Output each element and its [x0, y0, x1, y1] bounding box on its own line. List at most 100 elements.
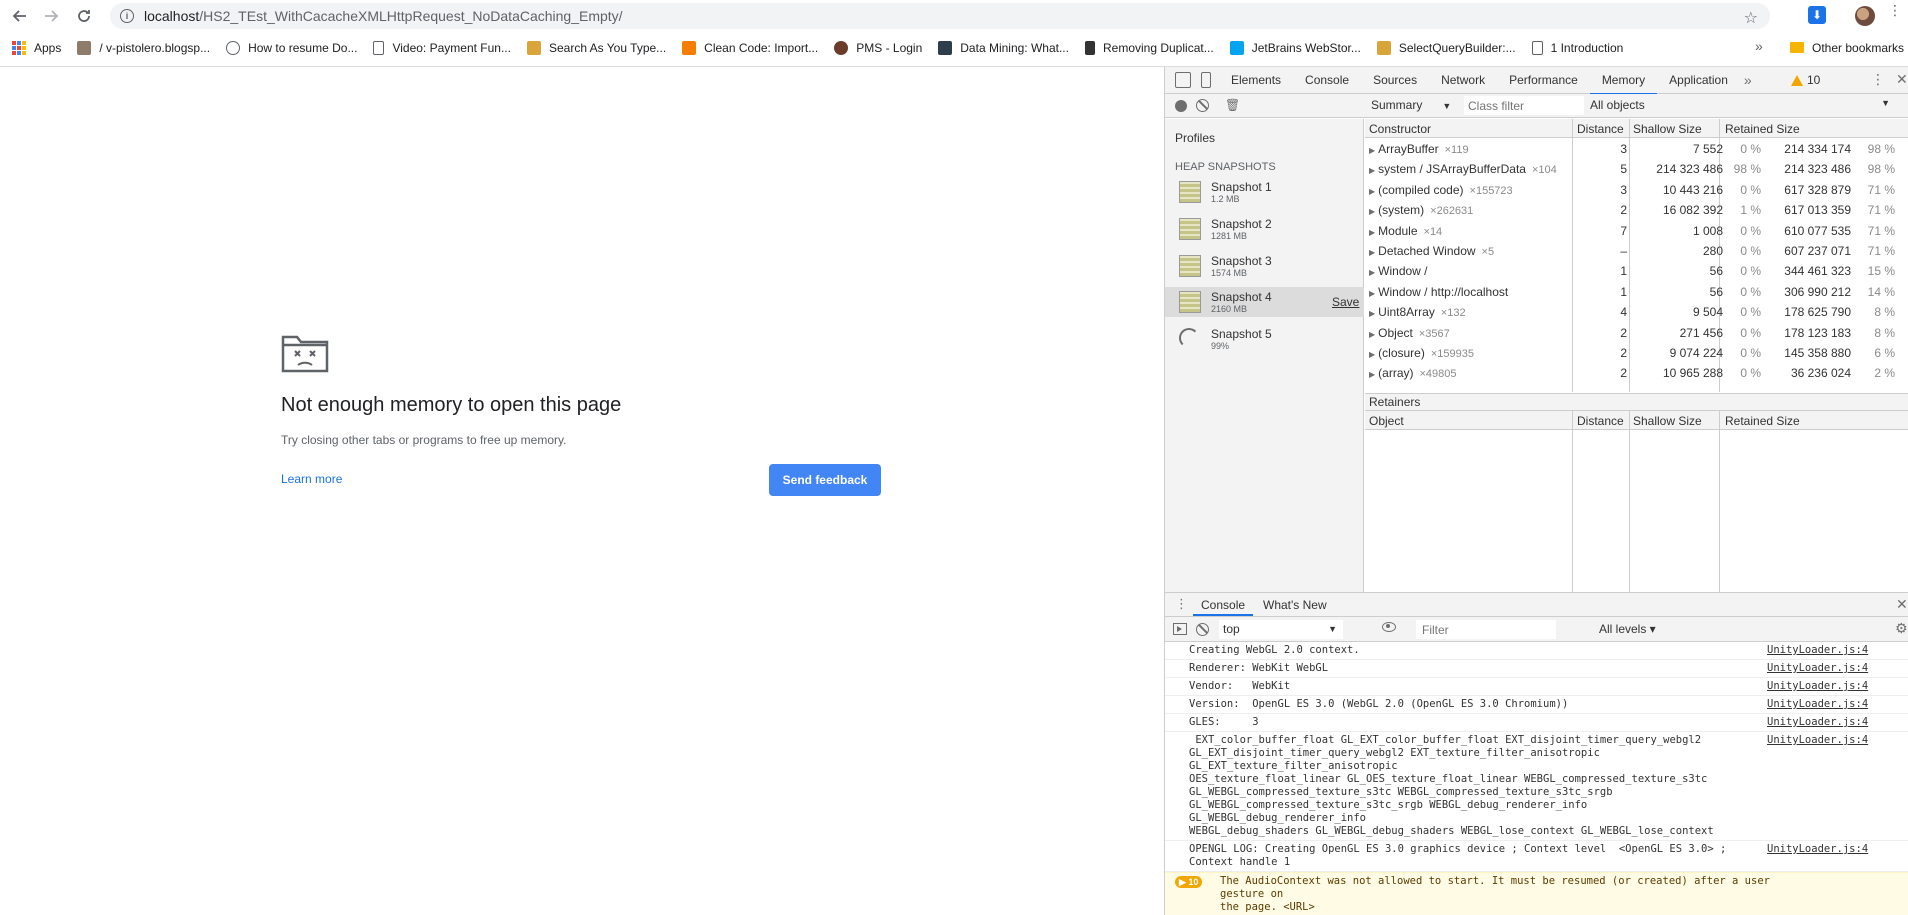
tab-sources[interactable]: Sources [1361, 67, 1429, 94]
expand-triangle-icon[interactable]: ▶ [1369, 350, 1375, 359]
clear-console-icon[interactable] [1196, 623, 1209, 636]
drawer-menu-icon[interactable]: ⋮ [1175, 596, 1188, 612]
tab-performance[interactable]: Performance [1497, 67, 1590, 94]
record-icon[interactable] [1175, 100, 1187, 112]
other-bookmarks-folder[interactable]: Other bookmarks [1790, 36, 1904, 59]
more-tabs-button[interactable]: » [1744, 72, 1752, 88]
device-toolbar-icon[interactable] [1201, 72, 1211, 88]
sidebar-toggle-icon[interactable] [1173, 623, 1187, 635]
table-row[interactable]: ▶ (compiled code) ×155723 3 10 443 216 0 % 617… [1365, 180, 1908, 201]
tab-console[interactable]: Console [1293, 67, 1361, 94]
expand-triangle-icon[interactable]: ▶ [1369, 248, 1375, 257]
star-icon[interactable]: ☆ [1744, 8, 1758, 28]
tab-elements[interactable]: Elements [1219, 67, 1293, 94]
snapshot-item[interactable]: Snapshot 3 1574 MB [1165, 251, 1364, 281]
drawer-tab-console[interactable]: Console [1192, 598, 1254, 616]
reload-button[interactable] [70, 2, 98, 30]
source-link[interactable]: UnityLoader.js:4 [1767, 734, 1868, 746]
view-select[interactable]: Summary ▼ [1371, 98, 1451, 112]
tab-application[interactable]: Application [1657, 67, 1740, 94]
address-bar[interactable]: i localhost/HS2_TEst_WithCacacheXMLHttpR… [110, 3, 1770, 29]
table-row[interactable]: ▶ (system) ×262631 2 16 082 392 1 % 617 013 35… [1365, 200, 1908, 221]
tab-network[interactable]: Network [1429, 67, 1497, 94]
column-header[interactable]: Shallow Size [1633, 122, 1702, 136]
table-row[interactable]: ▶ system / JSArrayBufferData ×104 5 214 323 … [1365, 159, 1908, 180]
bookmark-item[interactable]: Removing Duplicat... [1084, 40, 1214, 55]
trash-icon[interactable]: 🗑 [1225, 98, 1240, 112]
download-icon[interactable]: ⬇ [1808, 6, 1826, 24]
column-header[interactable]: Distance [1577, 414, 1624, 428]
table-row[interactable]: ▶ ArrayBuffer ×119 3 7 552 0 % 214 334 174 98 % [1365, 139, 1908, 160]
more-bookmarks-button[interactable]: » [1755, 38, 1763, 54]
table-row[interactable]: ▶ Module ×14 7 1 008 0 % 610 077 535 71 % [1365, 221, 1908, 242]
menu-icon[interactable]: ⋮ [1888, 3, 1902, 17]
source-link[interactable]: UnityLoader.js:4 [1767, 843, 1868, 855]
snapshot-item-selected[interactable]: Snapshot 4 2160 MB Save [1165, 287, 1364, 317]
info-icon[interactable]: i [120, 9, 134, 23]
back-button[interactable] [6, 2, 34, 30]
learn-more-link[interactable]: Learn more [281, 472, 342, 486]
bookmark-item[interactable]: Video: Payment Fun... [373, 40, 511, 55]
console-filter-input[interactable] [1416, 620, 1556, 639]
table-row[interactable]: ▶ Object ×3567 2 271 456 0 % 178 123 183 8 % [1365, 323, 1908, 344]
table-row[interactable]: ▶ (array) ×49805 2 10 965 288 0 % 36 236 024 2 … [1365, 363, 1908, 384]
drawer-tab-whats-new[interactable]: What's New [1263, 598, 1327, 612]
warnings-counter[interactable]: 10 [1791, 73, 1820, 87]
bookmark-item[interactable]: 1 Introduction [1531, 40, 1623, 55]
snapshot-item[interactable]: Snapshot 5 99% [1165, 324, 1364, 354]
table-row[interactable]: ▶ Detached Window ×5–280 0 % 607 237 071 71 % [1365, 241, 1908, 262]
column-header[interactable]: Distance [1577, 122, 1624, 136]
table-row[interactable]: ▶ (closure) ×159935 2 9 074 224 0 % 145 358 88… [1365, 343, 1908, 364]
column-header[interactable]: Object [1369, 414, 1404, 428]
bookmark-item[interactable]: Search As You Type... [526, 40, 666, 55]
save-snapshot-link[interactable]: Save [1332, 295, 1359, 309]
expand-triangle-icon[interactable]: ▶ [1369, 187, 1375, 196]
source-link[interactable]: UnityLoader.js:4 [1767, 662, 1868, 674]
bookmark-item[interactable]: How to resume Do... [226, 40, 357, 55]
expand-triangle-icon[interactable]: ▶ [1369, 207, 1375, 216]
expand-triangle-icon[interactable]: ▶ [1369, 228, 1375, 237]
close-icon[interactable]: ✕ [1896, 71, 1908, 88]
bookmark-apps[interactable]: Apps [12, 40, 61, 55]
bookmark-item[interactable]: SelectQueryBuilder:... [1376, 40, 1516, 55]
bookmark-item[interactable]: / v-pistolero.blogsp... [77, 40, 210, 55]
objects-select[interactable]: All objects ▼ [1590, 98, 1900, 112]
expand-triangle-icon[interactable]: ▶ [1369, 330, 1375, 339]
bookmark-item[interactable]: Clean Code: Import... [682, 40, 818, 55]
table-row[interactable]: ▶ Window /1 56 0 % 344 461 323 15 % [1365, 261, 1908, 282]
expand-triangle-icon[interactable]: ▶ [1369, 289, 1375, 298]
column-header[interactable]: Constructor [1369, 122, 1431, 136]
eye-icon[interactable] [1382, 622, 1396, 632]
context-select[interactable]: top ▼ [1219, 620, 1343, 639]
bookmark-item[interactable]: Data Mining: What... [938, 40, 1069, 55]
close-icon[interactable]: ✕ [1896, 596, 1908, 613]
inspect-icon[interactable] [1175, 72, 1191, 88]
devtools-menu-icon[interactable]: ⋮ [1871, 71, 1885, 88]
tab-memory[interactable]: Memory [1589, 67, 1658, 95]
gear-icon[interactable]: ⚙ [1895, 620, 1908, 637]
log-levels-select[interactable]: All levels ▾ [1599, 622, 1656, 636]
column-header[interactable]: Shallow Size [1633, 414, 1702, 428]
source-link[interactable]: UnityLoader.js:4 [1767, 680, 1868, 692]
expand-triangle-icon[interactable]: ▶ [1369, 370, 1375, 379]
snapshot-item[interactable]: Snapshot 2 1281 MB [1165, 214, 1364, 244]
class-filter-input[interactable] [1464, 96, 1584, 115]
snapshot-item[interactable]: Snapshot 1 1.2 MB [1165, 177, 1364, 207]
bookmark-item[interactable]: JetBrains WebStor... [1229, 40, 1361, 55]
expand-triangle-icon[interactable]: ▶ [1369, 166, 1375, 175]
forward-button[interactable] [37, 2, 65, 30]
expand-triangle-icon[interactable]: ▶ [1369, 146, 1375, 155]
clear-icon[interactable] [1196, 99, 1209, 112]
table-row[interactable]: ▶ Uint8Array ×132 4 9 504 0 % 178 625 790 8 % [1365, 302, 1908, 323]
source-link[interactable]: UnityLoader.js:4 [1767, 644, 1868, 656]
bookmark-item[interactable]: PMS - Login [834, 40, 922, 55]
expand-triangle-icon[interactable]: ▶ [1369, 309, 1375, 318]
send-feedback-button[interactable]: Send feedback [769, 464, 881, 496]
table-row[interactable]: ▶ Window / http://localhost 1 56 0 % 306 990 … [1365, 282, 1908, 303]
source-link[interactable]: UnityLoader.js:4 [1767, 716, 1868, 728]
expand-triangle-icon[interactable]: ▶ [1369, 268, 1375, 277]
column-header[interactable]: Retained Size [1725, 122, 1800, 136]
column-header[interactable]: Retained Size [1725, 414, 1800, 428]
source-link[interactable]: UnityLoader.js:4 [1767, 698, 1868, 710]
avatar[interactable] [1855, 6, 1875, 26]
